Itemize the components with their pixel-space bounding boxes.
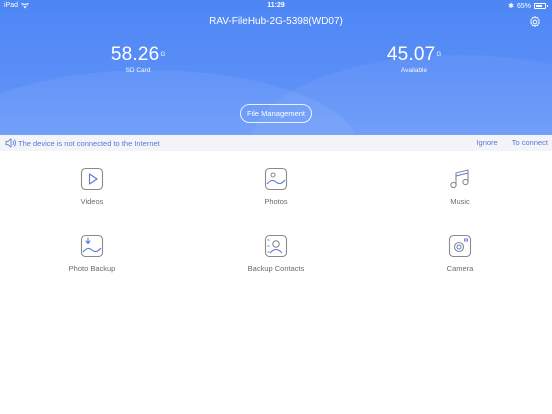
tile-photos[interactable]: Photos [184,151,368,217]
sd-card-label: SD Card [125,67,151,74]
to-connect-link[interactable]: To connect [512,138,548,147]
tile-photo-backup[interactable]: Photo Backup [0,218,184,284]
play-video-icon [80,167,104,191]
available-stat: 45.07G Available [354,44,474,74]
battery-icon [534,3,548,9]
header-banner: iPad 11:29 ✱ 65% RAV-FileHub-2G-5398(WD0… [0,0,552,135]
sd-card-value: 58.26 [110,44,160,65]
sd-card-value-row: 58.26G [78,44,198,66]
sd-card-unit: G [160,52,166,58]
tile-label: Camera [446,264,474,273]
available-value-row: 45.07G [354,44,474,66]
contact-backup-icon [264,234,288,258]
file-management-button[interactable]: File Management [240,104,312,123]
tile-videos[interactable]: Videos [0,151,184,217]
tile-label: Photo Backup [68,264,116,273]
tile-label: Backup Contacts [247,264,305,273]
music-note-icon [450,169,469,189]
notice-text: The device is not connected to the Inter… [18,138,160,148]
camera-icon [448,234,472,258]
device-title: RAV-FileHub-2G-5398(WD07) [209,16,343,27]
speaker-icon [5,138,16,148]
photo-backup-icon [80,234,104,258]
notice-actions: Ignore To connect [476,138,548,147]
internet-notice-bar: The device is not connected to the Inter… [0,135,552,151]
sd-card-stat: 58.26G SD Card [78,44,198,74]
tile-music[interactable]: Music [368,151,552,217]
bluetooth-icon: ✱ [508,3,514,10]
tile-label: Music [450,197,470,206]
available-unit: G [436,52,442,58]
available-label: Available [400,67,428,74]
available-value: 45.07 [386,44,436,65]
settings-gear-icon[interactable] [528,15,542,29]
battery-percent: 65% [516,2,531,10]
tile-label: Photos [264,197,288,206]
status-bar: iPad 11:29 ✱ 65% [0,0,552,12]
status-time: 11:29 [267,2,285,9]
tile-label: Videos [80,197,104,206]
tile-backup-contacts[interactable]: Backup Contacts [184,218,368,284]
tile-camera[interactable]: Camera [368,218,552,284]
status-right: ✱ 65% [508,2,548,10]
ignore-link[interactable]: Ignore [476,138,497,147]
photo-icon [264,167,288,191]
